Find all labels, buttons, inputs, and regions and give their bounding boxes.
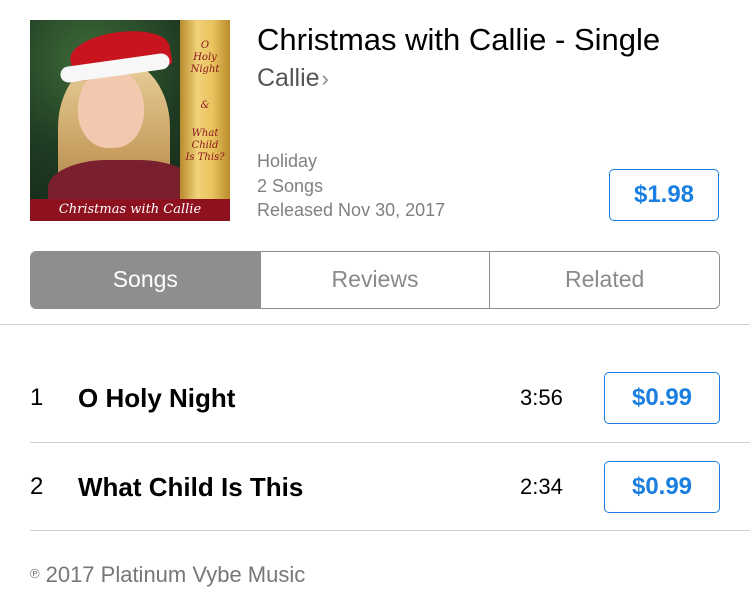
album-genre: Holiday [257,151,318,171]
track-row[interactable]: 1 O Holy Night 3:56 $0.99 [0,354,750,442]
buy-track-button[interactable]: $0.99 [604,461,720,513]
artwork-caption: Christmas with Callie [30,199,230,221]
track-number: 1 [30,384,44,411]
artwork-banner-text: Is This? [185,152,225,163]
buy-track-button[interactable]: $0.99 [604,372,720,424]
album-song-count: 2 Songs [257,176,324,196]
copyright-text: 2017 Platinum Vybe Music [45,562,306,587]
artwork-banner-text: Holy [193,52,217,63]
tab-songs[interactable]: Songs [31,252,260,308]
artwork-banner-text: What [191,128,219,139]
artist-name: Callie [257,64,320,92]
album-title: Christmas with Callie - Single [257,22,661,57]
row-divider [30,530,750,531]
chevron-right-icon: › [321,66,329,91]
tab-related[interactable]: Related [489,252,719,308]
artwork-face [78,68,144,148]
section-divider [0,324,750,325]
artwork-gold-banner: O Holy Night & What Child Is This? [180,20,230,221]
track-row[interactable]: 2 What Child Is This 2:34 $0.99 [0,443,750,531]
segmented-control: Songs Reviews Related [30,251,720,309]
album-release-date: Released Nov 30, 2017 [257,200,446,220]
track-duration: 3:56 [520,385,563,410]
artist-link[interactable]: Callie› [257,64,329,93]
tab-reviews[interactable]: Reviews [259,252,490,308]
copyright-notice: ℗ 2017 Platinum Vybe Music [30,562,305,588]
phonogram-icon: ℗ [30,566,40,581]
artwork-banner-text: Child [191,140,219,151]
track-number: 2 [30,473,44,500]
track-duration: 2:34 [520,474,563,499]
artwork-banner-text: & [200,100,210,111]
artwork-banner-text: Night [190,64,220,75]
album-artwork: O Holy Night & What Child Is This? Chris… [30,20,230,221]
artwork-banner-text: O [200,40,210,51]
track-name: What Child Is This [78,472,304,502]
track-name: O Holy Night [78,383,236,413]
buy-album-button[interactable]: $1.98 [609,169,719,221]
